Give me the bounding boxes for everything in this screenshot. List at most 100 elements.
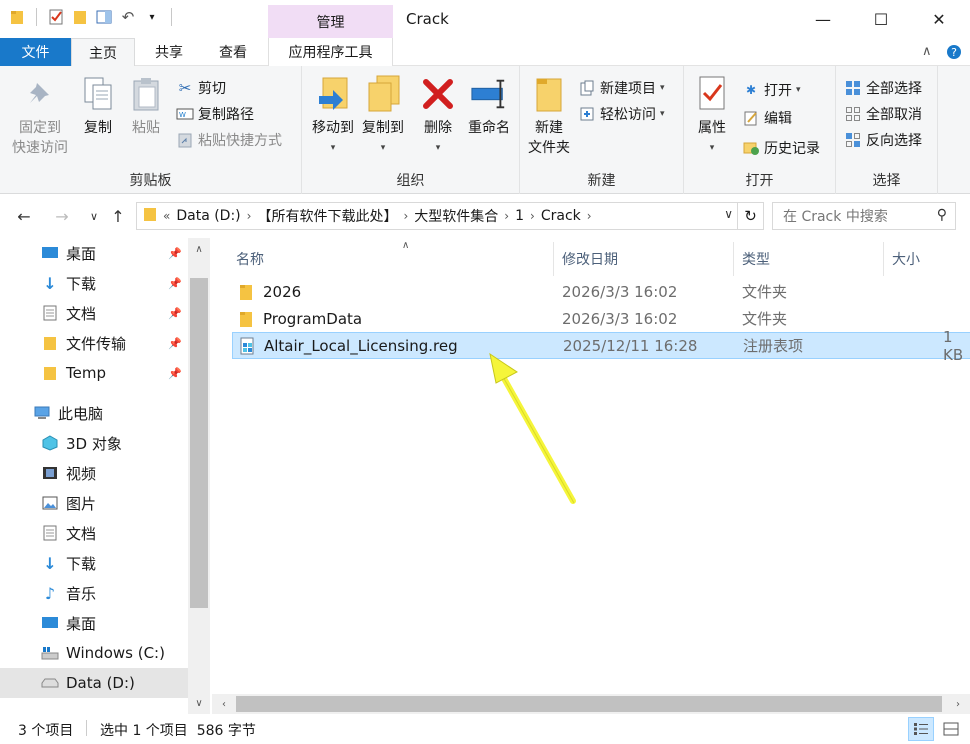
close-button[interactable]: ✕: [910, 0, 968, 38]
chevron-right-icon[interactable]: ›: [587, 209, 592, 223]
paste-button[interactable]: 粘贴: [126, 74, 166, 138]
properties-icon: [693, 74, 731, 114]
rename-button[interactable]: 重命名: [462, 74, 516, 138]
breadcrumb-drive[interactable]: Data (D:): [176, 208, 240, 224]
document-icon: [40, 523, 60, 543]
up-arrow-icon[interactable]: ↑: [106, 204, 130, 228]
sidebar-item-downloads[interactable]: ↓ 下载 📌: [0, 268, 188, 298]
sidebar-scrollbar[interactable]: ∧ ∨: [188, 238, 210, 714]
sidebar-item-videos[interactable]: 视频: [0, 458, 188, 488]
chevron-right-icon[interactable]: ›: [247, 209, 252, 223]
open-button[interactable]: ✱ 打开 ▾: [742, 78, 801, 102]
copy-button[interactable]: 复制: [78, 74, 118, 138]
paste-shortcut-button[interactable]: 粘贴快捷方式: [176, 128, 282, 152]
new-item-button[interactable]: 新建项目 ▾: [578, 76, 665, 100]
forward-arrow-icon[interactable]: →: [50, 204, 74, 228]
easy-access-button[interactable]: 轻松访问 ▾: [578, 102, 665, 126]
copy-to-label: 复制到: [362, 120, 404, 136]
help-icon[interactable]: ?: [946, 44, 962, 64]
breadcrumb-crack[interactable]: Crack: [541, 208, 581, 224]
minimize-button[interactable]: —: [794, 0, 852, 38]
delete-button[interactable]: 删除 ▾: [418, 74, 458, 158]
sidebar-item-temp[interactable]: Temp 📌: [0, 358, 188, 388]
details-view-icon[interactable]: [908, 717, 934, 741]
sidebar-item-documents[interactable]: 文档 📌: [0, 298, 188, 328]
scroll-up-icon[interactable]: ∧: [188, 238, 210, 260]
toolbar-separator: [36, 8, 37, 26]
search-input[interactable]: 在 Crack 中搜索 ⚲: [772, 202, 956, 230]
copy-to-button[interactable]: 复制到 ▾: [356, 74, 410, 158]
sidebar-item-music[interactable]: ♪ 音乐: [0, 578, 188, 608]
history-icon: [742, 139, 760, 157]
chevron-down-icon: ▾: [380, 143, 386, 153]
tab-manage[interactable]: 管理: [268, 5, 393, 38]
sidebar-item-3d-objects[interactable]: 3D 对象: [0, 428, 188, 458]
sidebar-item-windows-c[interactable]: Windows (C:): [0, 638, 188, 668]
chevron-right-icon[interactable]: ›: [530, 209, 535, 223]
scroll-right-icon[interactable]: ›: [948, 694, 968, 714]
sidebar-item-desktop[interactable]: 桌面 📌: [0, 238, 188, 268]
edit-button[interactable]: 编辑: [742, 106, 792, 130]
scrollbar-thumb[interactable]: [190, 278, 208, 608]
pin-icon[interactable]: 📌: [168, 337, 182, 350]
move-to-button[interactable]: 移动到 ▾: [306, 74, 360, 158]
breadcrumb-1[interactable]: 1: [515, 208, 524, 224]
collapse-ribbon-icon[interactable]: ∧: [922, 44, 932, 59]
scroll-down-icon[interactable]: ∨: [188, 692, 210, 714]
chevron-down-icon[interactable]: ▾: [143, 8, 161, 26]
select-all-button[interactable]: 全部选择: [844, 76, 922, 100]
svg-text:?: ?: [951, 46, 957, 59]
sidebar-item-pictures[interactable]: 图片: [0, 488, 188, 518]
maximize-button[interactable]: ☐: [852, 0, 910, 38]
properties-button[interactable]: 属性 ▾: [692, 74, 732, 158]
history-button[interactable]: 历史记录: [742, 136, 820, 160]
tab-view[interactable]: 查看: [205, 38, 261, 66]
paste-shortcut-icon: [176, 131, 194, 149]
chevron-right-icon[interactable]: ›: [504, 209, 509, 223]
chevron-down-icon[interactable]: ∨: [724, 207, 733, 221]
back-arrow-icon[interactable]: ←: [12, 204, 36, 228]
pin-icon[interactable]: 📌: [168, 277, 182, 290]
chevron-down-icon: ▾: [660, 83, 665, 93]
tab-app-tools[interactable]: 应用程序工具: [268, 38, 393, 66]
breadcrumb-downloads[interactable]: 【所有软件下载此处】: [257, 206, 397, 226]
scrollbar-thumb[interactable]: [236, 696, 942, 712]
tab-home[interactable]: 主页: [71, 38, 135, 66]
pin-icon[interactable]: 📌: [168, 367, 182, 380]
breadcrumb-collection[interactable]: 大型软件集合: [414, 206, 498, 226]
properties-icon[interactable]: [47, 8, 65, 26]
sidebar-item-documents-pc[interactable]: 文档: [0, 518, 188, 548]
copy-path-button[interactable]: W 复制路径: [176, 102, 254, 126]
sidebar-item-label: Windows (C:): [66, 644, 165, 662]
sidebar-item-file-transfer[interactable]: 文件传输 📌: [0, 328, 188, 358]
select-none-button[interactable]: 全部取消: [844, 102, 922, 126]
breadcrumb-overflow[interactable]: «: [163, 209, 170, 223]
sidebar-item-downloads-pc[interactable]: ↓ 下载: [0, 548, 188, 578]
scroll-left-icon[interactable]: ‹: [214, 694, 234, 714]
history-label: 历史记录: [764, 141, 820, 157]
file-list: ∧ 名称 修改日期 类型 大小 2026 2026/3/3 16:02 文件夹 …: [212, 238, 970, 714]
invert-selection-button[interactable]: 反向选择: [844, 128, 922, 152]
pin-quick-access-button[interactable]: 固定到 快速访问: [8, 74, 72, 158]
new-folder-button[interactable]: 新建 文件夹: [526, 74, 572, 158]
horizontal-scrollbar[interactable]: ‹ ›: [212, 694, 970, 714]
easy-access-icon: [578, 105, 596, 123]
pin-icon[interactable]: 📌: [168, 307, 182, 320]
pin-icon[interactable]: 📌: [168, 247, 182, 260]
sidebar-item-desktop-pc[interactable]: 桌面: [0, 608, 188, 638]
new-folder-icon[interactable]: [71, 8, 89, 26]
cut-button[interactable]: ✂ 剪切: [176, 76, 226, 100]
refresh-icon[interactable]: ↻: [738, 202, 764, 230]
tab-share[interactable]: 共享: [141, 38, 197, 66]
computer-icon: [32, 403, 52, 423]
address-bar[interactable]: « Data (D:) › 【所有软件下载此处】 › 大型软件集合 › 1 › …: [136, 202, 738, 230]
new-item-label: 新建项目: [600, 81, 656, 97]
recent-locations-icon[interactable]: ∨: [82, 204, 106, 228]
tab-file[interactable]: 文件: [0, 38, 71, 66]
sidebar-item-this-pc[interactable]: 此电脑: [0, 398, 188, 428]
sidebar-item-data-d[interactable]: Data (D:): [0, 668, 188, 698]
chevron-right-icon[interactable]: ›: [403, 209, 408, 223]
large-icons-view-icon[interactable]: [938, 717, 964, 741]
preview-pane-icon[interactable]: [95, 8, 113, 26]
undo-icon[interactable]: ↶: [119, 8, 137, 26]
